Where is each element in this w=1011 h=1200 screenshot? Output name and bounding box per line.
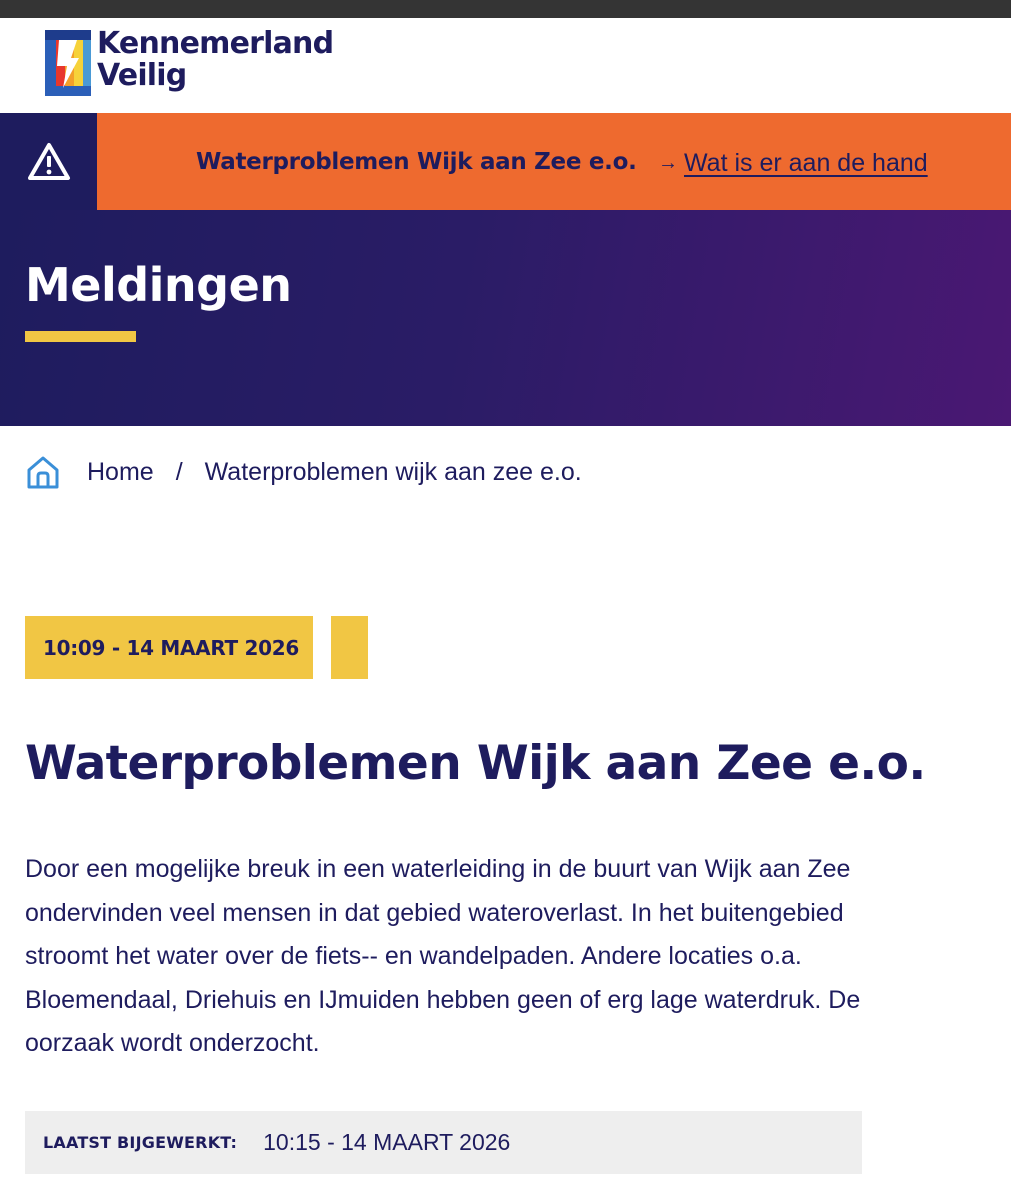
date-row: 10:09 - 14 MAART 2026 (25, 616, 368, 679)
alert-banner: Waterproblemen Wijk aan Zee e.o. → Wat i… (0, 113, 1011, 210)
page-title: Meldingen (25, 258, 292, 312)
breadcrumb-current: Waterproblemen wijk aan zee e.o. (204, 457, 582, 486)
kennemerland-veilig-logo-icon (45, 30, 91, 96)
title-accent-bar (25, 331, 136, 342)
article-body: Door een mogelijke breuk in een waterlei… (25, 855, 861, 1057)
logo-line-2: Veilig (97, 58, 187, 93)
alert-title: Waterproblemen Wijk aan Zee e.o. (196, 149, 637, 175)
logo-wordmark: Kennemerland Veilig (97, 26, 334, 93)
publish-date-tag: 10:09 - 14 MAART 2026 (25, 616, 313, 679)
alert-link-label: Wat is er aan de hand (684, 149, 928, 177)
page-hero: Meldingen (0, 210, 1011, 426)
breadcrumb: Home / Waterproblemen wijk aan zee e.o. (25, 452, 582, 492)
arrow-right-icon: → (658, 152, 678, 174)
site-header: Kennemerland Veilig (0, 18, 1011, 113)
alert-icon-box (0, 113, 97, 210)
alert-more-info-link[interactable]: → Wat is er aan de hand (658, 149, 928, 178)
last-updated-label: LAATST BIJGEWERKT: (43, 1133, 238, 1152)
site-logo[interactable]: Kennemerland Veilig (45, 26, 334, 96)
breadcrumb-home-link[interactable]: Home (87, 458, 154, 487)
article-title: Waterproblemen Wijk aan Zee e.o. (25, 736, 926, 791)
warning-triangle-icon (27, 142, 70, 180)
breadcrumb-separator: / (175, 457, 183, 486)
last-updated-value: 10:15 - 14 MAART 2026 (263, 1129, 511, 1155)
alert-content: Waterproblemen Wijk aan Zee e.o. → Wat i… (97, 113, 1011, 210)
logo-line-1: Kennemerland (97, 26, 334, 61)
last-updated-box: LAATST BIJGEWERKT: 10:15 - 14 MAART 2026 (25, 1111, 862, 1174)
date-tag-accent (331, 616, 368, 679)
browser-top-bar (0, 0, 1011, 18)
home-icon[interactable] (25, 454, 61, 490)
